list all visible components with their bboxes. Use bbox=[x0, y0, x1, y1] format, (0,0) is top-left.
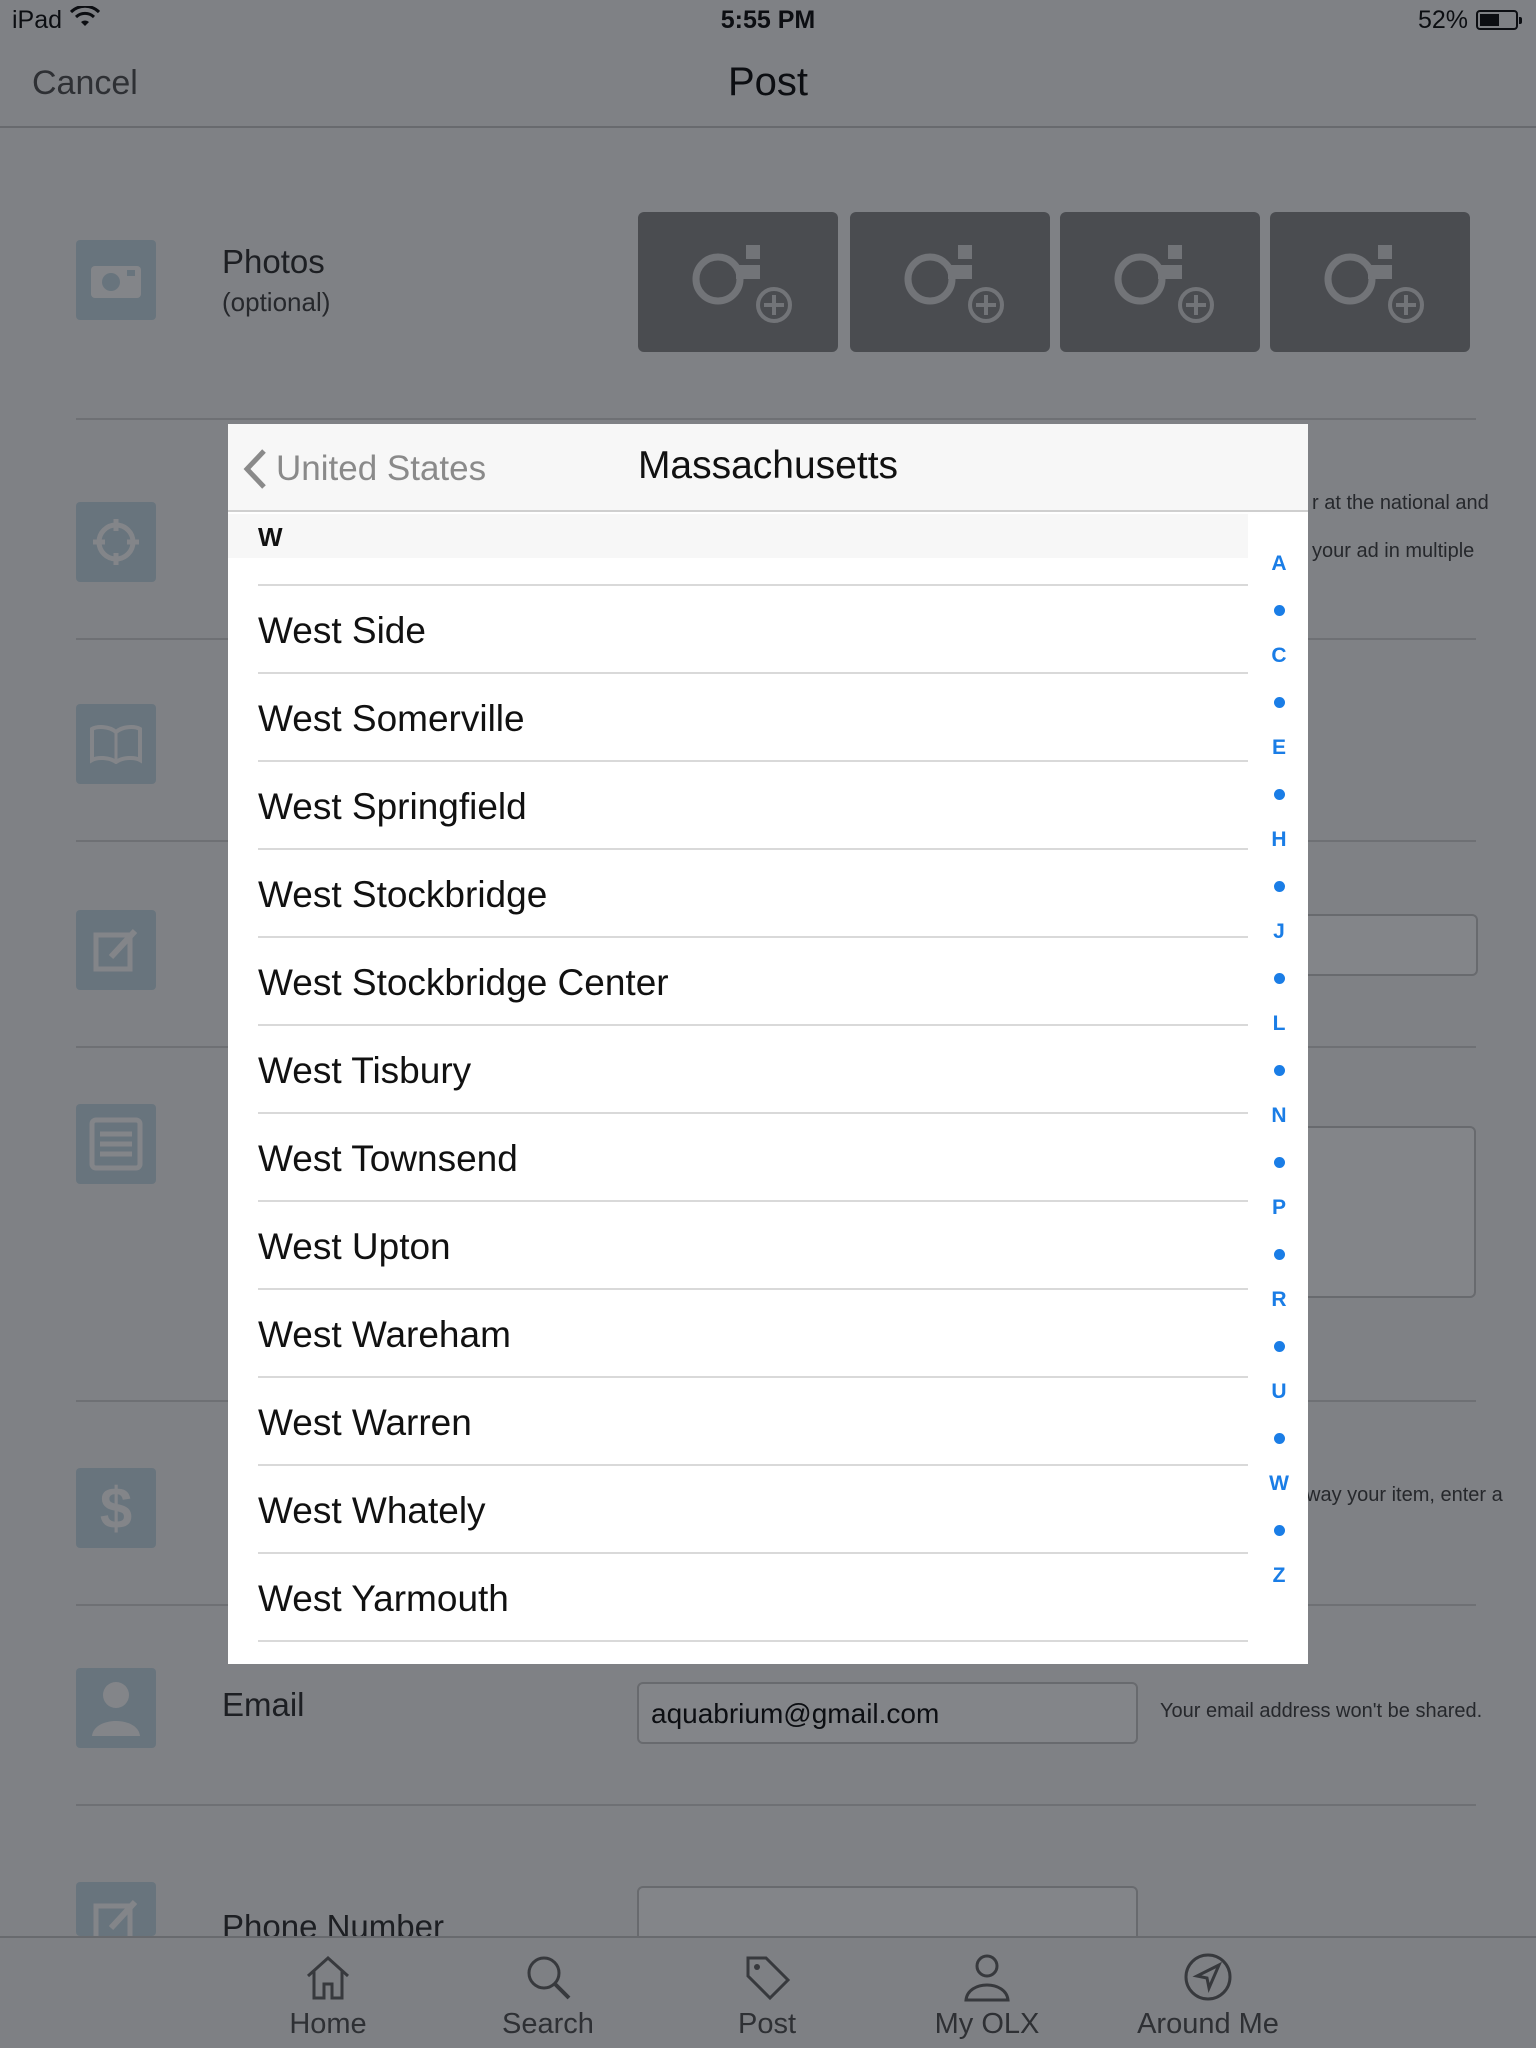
list-item[interactable]: West Stockbridge bbox=[228, 850, 1248, 938]
index-dot[interactable] bbox=[1274, 881, 1285, 892]
list-item[interactable]: West Side bbox=[228, 586, 1248, 674]
list-item[interactable]: West Springfield bbox=[228, 762, 1248, 850]
index-dot[interactable] bbox=[1274, 605, 1285, 616]
popover-header: United States Massachusetts bbox=[228, 424, 1308, 512]
popover-title: Massachusetts bbox=[637, 444, 899, 487]
list-item[interactable]: West Stockbridge Center bbox=[228, 938, 1248, 1026]
list-item-label: West Stockbridge bbox=[258, 874, 548, 915]
list-item[interactable]: West Somerville bbox=[228, 674, 1248, 762]
list-item[interactable]: West Townsend bbox=[228, 1114, 1248, 1202]
list-item[interactable]: West Warren bbox=[228, 1378, 1248, 1466]
index-letter[interactable]: W bbox=[1264, 1472, 1294, 1496]
index-letter[interactable]: U bbox=[1264, 1380, 1294, 1404]
index-dot[interactable] bbox=[1274, 1525, 1285, 1536]
section-index-bar[interactable]: A C E H J L N P R U W Z bbox=[1264, 552, 1294, 1644]
index-dot[interactable] bbox=[1274, 1433, 1285, 1444]
list-item-partial[interactable] bbox=[228, 558, 1248, 586]
index-letter[interactable]: L bbox=[1264, 1012, 1294, 1036]
index-dot[interactable] bbox=[1274, 697, 1285, 708]
list-item[interactable]: West Yarmouth bbox=[228, 1554, 1248, 1642]
list-item-label: West Townsend bbox=[258, 1138, 518, 1179]
list-item-label: West Springfield bbox=[258, 786, 527, 827]
list-item-label: West Somerville bbox=[258, 698, 525, 739]
list-item-label: West Warren bbox=[258, 1402, 472, 1443]
index-letter[interactable]: H bbox=[1264, 828, 1294, 852]
section-header: W bbox=[228, 514, 1248, 558]
list-item-label: West Wareham bbox=[258, 1314, 511, 1355]
city-list: West Side West Somerville West Springfield… bbox=[228, 586, 1248, 1642]
index-letter[interactable]: C bbox=[1264, 644, 1294, 668]
index-letter[interactable]: Z bbox=[1264, 1564, 1294, 1588]
index-letter[interactable]: J bbox=[1264, 920, 1294, 944]
list-item[interactable]: West Upton bbox=[228, 1202, 1248, 1290]
index-letter[interactable]: R bbox=[1264, 1288, 1294, 1312]
list-item[interactable]: West Wareham bbox=[228, 1290, 1248, 1378]
index-letter[interactable]: N bbox=[1264, 1104, 1294, 1128]
list-item-label: West Tisbury bbox=[258, 1050, 472, 1091]
index-letter[interactable]: P bbox=[1264, 1196, 1294, 1220]
index-dot[interactable] bbox=[1274, 1065, 1285, 1076]
index-dot[interactable] bbox=[1274, 973, 1285, 984]
section-header-label: W bbox=[258, 522, 283, 552]
list-item-label: West Side bbox=[258, 610, 426, 651]
list-item-label: West Whately bbox=[258, 1490, 486, 1531]
list-item[interactable]: West Tisbury bbox=[228, 1026, 1248, 1114]
list-item-label: West Yarmouth bbox=[258, 1578, 509, 1619]
list-item-label: West Upton bbox=[258, 1226, 451, 1267]
index-dot[interactable] bbox=[1274, 1341, 1285, 1352]
list-item[interactable]: West Whately bbox=[228, 1466, 1248, 1554]
city-picker-popover: United States Massachusetts W West Side W… bbox=[228, 424, 1308, 1664]
list-item-label: West Stockbridge Center bbox=[258, 962, 669, 1003]
index-dot[interactable] bbox=[1274, 1157, 1285, 1168]
index-letter[interactable]: A bbox=[1264, 552, 1294, 576]
index-dot[interactable] bbox=[1274, 1249, 1285, 1260]
index-letter[interactable]: E bbox=[1264, 736, 1294, 760]
index-dot[interactable] bbox=[1274, 789, 1285, 800]
